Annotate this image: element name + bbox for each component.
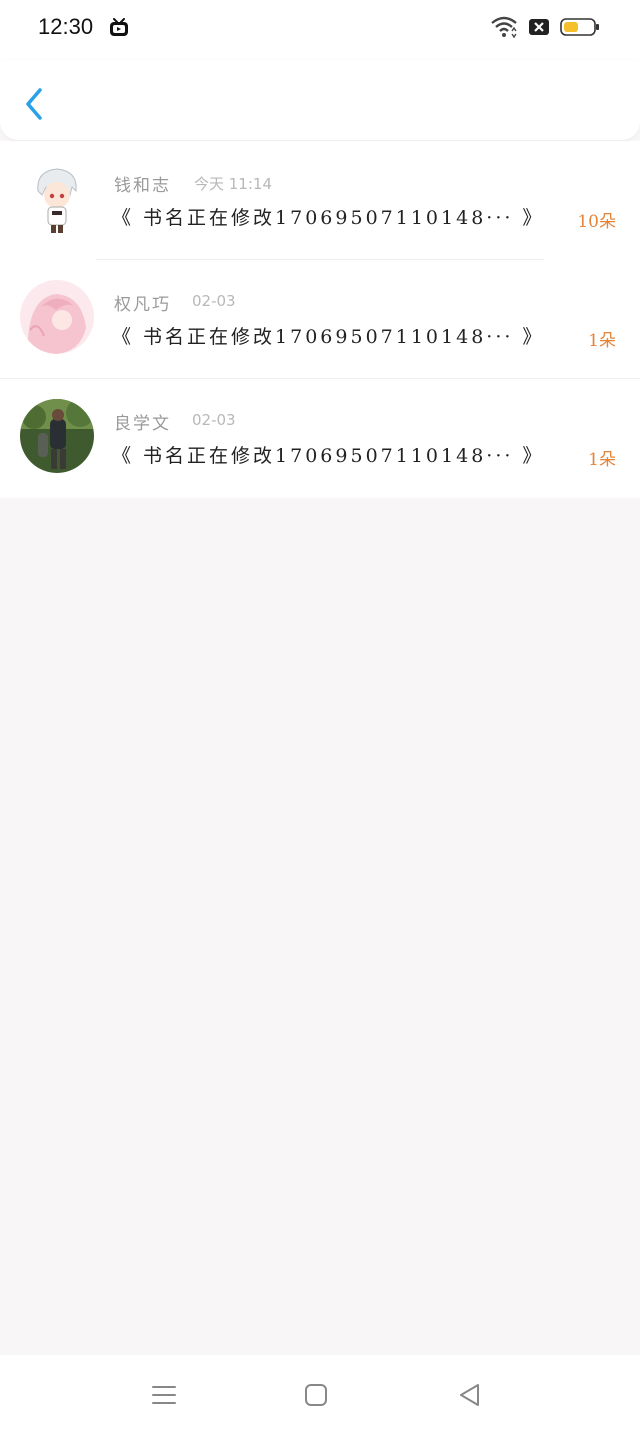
sender-name: 权凡巧	[114, 295, 171, 315]
menu-icon	[152, 1386, 176, 1404]
list-item[interactable]: 权凡巧 02-03 《 书名正在修改17069507110148··· 》 1朵	[0, 260, 640, 379]
avatar[interactable]	[20, 280, 94, 354]
sender-name: 良学文	[114, 414, 171, 434]
flower-count: 1朵	[588, 331, 616, 351]
battery-icon	[560, 17, 600, 41]
sim-off-icon	[528, 18, 550, 40]
flower-count: 1朵	[588, 450, 616, 470]
menu-button[interactable]	[148, 1379, 180, 1411]
book-title: 《 书名正在修改17069507110148··· 》	[112, 207, 545, 229]
book-title: 《 书名正在修改17069507110148··· 》	[112, 326, 545, 348]
nav-back-button[interactable]	[454, 1379, 486, 1411]
avatar[interactable]	[20, 399, 94, 473]
avatar[interactable]	[20, 161, 94, 235]
triangle-back-icon	[460, 1384, 479, 1406]
tv-app-icon	[108, 18, 130, 42]
list-item[interactable]: 良学文 02-03 《 书名正在修改17069507110148··· 》 1朵	[0, 379, 640, 498]
chevron-left-icon	[26, 88, 42, 120]
status-bar: 12:30	[0, 0, 640, 60]
status-time: 12:30	[38, 14, 94, 39]
message-time: 02-03	[192, 292, 236, 310]
message-list: 钱和志 今天 11:14 《 书名正在修改17069507110148··· 》…	[0, 141, 640, 498]
header-bar	[0, 60, 640, 140]
book-title: 《 书名正在修改17069507110148··· 》	[112, 445, 545, 467]
square-home-icon	[305, 1384, 327, 1406]
sender-name: 钱和志	[114, 176, 171, 196]
wifi-icon	[490, 16, 518, 42]
message-time: 今天 11:14	[194, 175, 272, 193]
list-item[interactable]: 钱和志 今天 11:14 《 书名正在修改17069507110148··· 》…	[0, 141, 640, 260]
system-nav-bar	[0, 1355, 640, 1433]
home-button[interactable]	[300, 1379, 332, 1411]
message-time: 02-03	[192, 411, 236, 429]
flower-count: 10朵	[577, 212, 616, 232]
back-button[interactable]	[18, 84, 52, 124]
